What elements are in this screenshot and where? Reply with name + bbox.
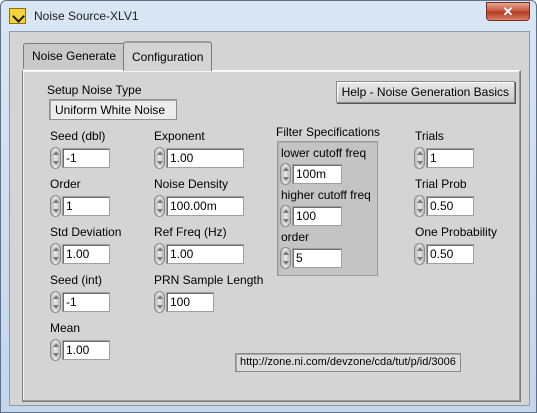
noise-type-display[interactable]: Uniform White Noise [49,99,177,120]
mean-input[interactable]: 1.00 [62,340,110,360]
tab-configuration[interactable]: Configuration [123,41,213,71]
increment-decrement-arrows-icon[interactable] [154,243,165,265]
app-window: Noise Source-XLV1 ✕ Noise Generate Confi… [0,0,537,413]
increment-decrement-arrows-icon[interactable] [280,163,291,185]
ref-freq-input[interactable]: 1.00 [166,244,244,264]
seed-int-label: Seed (int) [50,273,103,287]
lower-cutoff-freq-label: lower cutoff freq [281,146,367,160]
order-label: Order [50,177,81,191]
higher-cutoff-freq-input[interactable]: 100 [292,206,342,226]
increment-decrement-arrows-icon[interactable] [280,247,291,269]
increment-decrement-arrows-icon[interactable] [50,339,61,361]
close-button[interactable]: ✕ [486,2,530,21]
increment-decrement-arrows-icon[interactable] [414,243,425,265]
exponent-input[interactable]: 1.00 [166,148,244,168]
increment-decrement-arrows-icon[interactable] [50,243,61,265]
seed-dbl-input[interactable]: -1 [62,148,110,168]
noise-density-label: Noise Density [154,177,229,191]
trials-label: Trials [415,129,444,143]
configuration-panel: Help - Noise Generation Basics Setup Noi… [22,70,521,402]
reference-url-display[interactable]: http://zone.ni.com/devzone/cda/tut/p/id/… [235,353,461,372]
prn-sample-length-input[interactable]: 100 [166,292,214,312]
std-deviation-label: Std Deviation [50,225,122,239]
seed-dbl-label: Seed (dbl) [50,129,106,143]
order-input[interactable]: 1 [62,196,110,216]
filter-specifications-cluster: lower cutoff freq 100m higher cutoff fre… [277,141,378,276]
increment-decrement-arrows-icon[interactable] [154,291,165,313]
trial-prob-input[interactable]: 0.50 [426,196,474,216]
setup-noise-type-label: Setup Noise Type [47,83,142,97]
ref-freq-label: Ref Freq (Hz) [154,225,227,239]
seed-int-input[interactable]: -1 [62,292,110,312]
one-probability-label: One Probability [415,225,498,239]
higher-cutoff-freq-label: higher cutoff freq [281,188,371,202]
one-probability-input[interactable]: 0.50 [426,244,474,264]
tab-label: Noise Generate [32,49,117,63]
tab-label: Configuration [132,50,204,64]
help-noise-basics-button[interactable]: Help - Noise Generation Basics [335,81,515,103]
filter-specifications-label: Filter Specifications [276,125,381,139]
std-deviation-input[interactable]: 1.00 [62,244,110,264]
labview-app-icon [9,8,26,24]
trials-input[interactable]: 1 [426,148,474,168]
lower-cutoff-freq-input[interactable]: 100m [292,164,342,184]
increment-decrement-arrows-icon[interactable] [154,147,165,169]
trial-prob-label: Trial Prob [415,177,467,191]
window-title: Noise Source-XLV1 [34,9,139,23]
mean-label: Mean [50,321,81,335]
increment-decrement-arrows-icon[interactable] [280,205,291,227]
exponent-label: Exponent [154,129,205,143]
client-area: Noise Generate Configuration Help - Nois… [9,31,530,406]
increment-decrement-arrows-icon[interactable] [50,195,61,217]
filter-order-label: order [281,230,310,244]
increment-decrement-arrows-icon[interactable] [154,195,165,217]
increment-decrement-arrows-icon[interactable] [414,147,425,169]
title-bar[interactable]: Noise Source-XLV1 ✕ [1,1,536,31]
noise-density-input[interactable]: 100.00m [166,196,244,216]
increment-decrement-arrows-icon[interactable] [50,147,61,169]
tab-noise-generate[interactable]: Noise Generate [23,43,126,69]
prn-sample-length-label: PRN Sample Length [154,273,264,287]
increment-decrement-arrows-icon[interactable] [414,195,425,217]
filter-order-input[interactable]: 5 [292,248,342,268]
increment-decrement-arrows-icon[interactable] [50,291,61,313]
